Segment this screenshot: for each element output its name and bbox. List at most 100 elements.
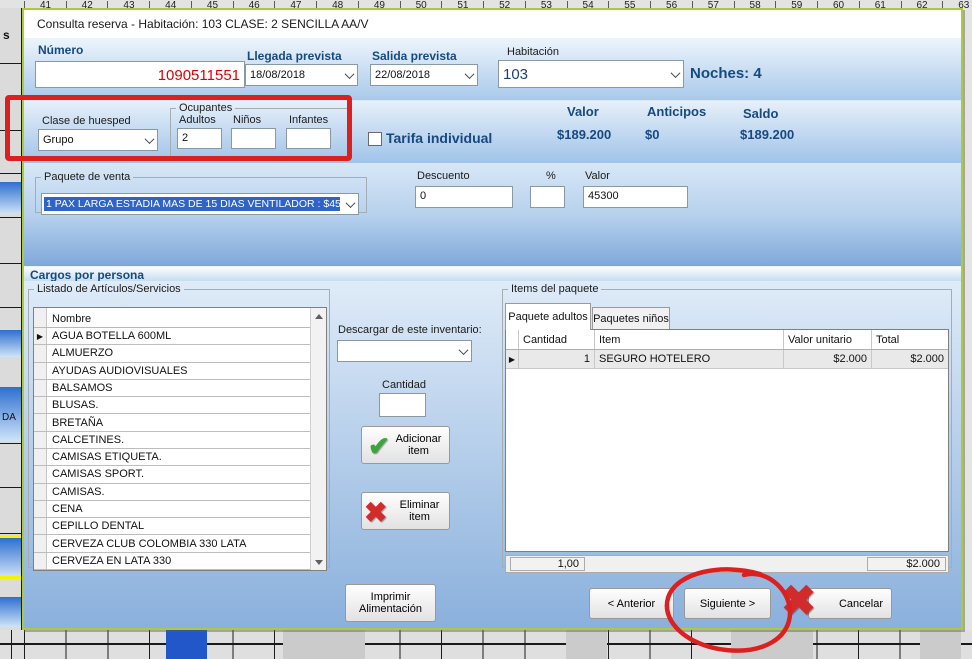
- list-item[interactable]: ▶AGUA BOTELLA 600ML: [34, 328, 310, 345]
- column-header: 41: [24, 1, 66, 8]
- salida-label: Salida prevista: [372, 49, 457, 63]
- annotation-circle: [660, 565, 796, 657]
- valor-total-value: $189.200: [557, 127, 611, 142]
- dialog-title: Consulta reserva - Habitación: 103 CLASE…: [37, 17, 369, 31]
- paquete-venta-select[interactable]: 1 PAX LARGA ESTADIA MAS DE 15 DIAS VENTI…: [41, 193, 359, 215]
- list-item[interactable]: CERVEZA CLUB COLOMBIA 330 LATA: [34, 535, 310, 552]
- list-item[interactable]: CAMISAS SPORT.: [34, 466, 310, 483]
- column-header: 53: [525, 1, 567, 8]
- table-row[interactable]: ▶1SEGURO HOTELERO$2.000$2.000: [506, 350, 948, 369]
- column-header: 42: [66, 1, 108, 8]
- background-reservation-cell: [0, 597, 21, 627]
- row-selector-icon: ▶: [506, 350, 519, 368]
- column-header: 47: [274, 1, 316, 8]
- chevron-down-icon[interactable]: [341, 65, 357, 85]
- background-partial-text: s: [3, 28, 10, 42]
- background-reservation-cell: [0, 330, 21, 357]
- list-item[interactable]: CALCETINES.: [34, 432, 310, 449]
- numero-field[interactable]: 1090511551: [35, 61, 245, 88]
- imprimir-alimentacion-button[interactable]: Imprimir Alimentación: [345, 584, 436, 622]
- list-item[interactable]: BLUSAS.: [34, 397, 310, 414]
- chevron-down-icon[interactable]: [667, 61, 683, 87]
- column-header: 44: [149, 1, 191, 8]
- anticipos-value: $0: [645, 127, 659, 142]
- llegada-label: Llegada prevista: [247, 49, 342, 63]
- items-table: Cantidad Item Valor unitario Total ▶1SEG…: [505, 329, 949, 552]
- column-header: 60: [817, 1, 859, 8]
- list-item[interactable]: BRETAÑA: [34, 414, 310, 431]
- annotation-rectangle: [5, 95, 352, 161]
- descuento-field[interactable]: 0: [415, 186, 513, 208]
- background-reservation-cell: [0, 538, 21, 577]
- row-selector-icon: ▶: [34, 328, 47, 344]
- numero-label: Número: [38, 43, 83, 57]
- list-item[interactable]: ALMUERZO: [34, 345, 310, 362]
- chevron-down-icon[interactable]: [342, 194, 358, 214]
- items-paquete-groupbox: Items del paquete Paquete adultos Paquet…: [502, 283, 952, 568]
- chevron-down-icon[interactable]: [461, 65, 477, 85]
- listado-scrollbar[interactable]: [310, 308, 326, 570]
- listado-table: Nombre ▶AGUA BOTELLA 600MLALMUERZOAYUDAS…: [33, 307, 327, 571]
- column-header: 55: [608, 1, 650, 8]
- anticipos-label: Anticipos: [647, 104, 706, 119]
- scroll-up-icon[interactable]: [311, 308, 326, 324]
- list-item[interactable]: CAMISAS.: [34, 484, 310, 501]
- list-item[interactable]: CERVEZA EN LATA 330: [34, 553, 310, 570]
- habitacion-select[interactable]: 103: [498, 60, 684, 88]
- porcentaje-label: %: [546, 170, 556, 182]
- footer-total: $2.000: [867, 557, 946, 571]
- x-icon: ✖: [364, 496, 387, 529]
- check-icon: ✔: [368, 431, 390, 462]
- valor-paquete-label: Valor: [585, 170, 610, 182]
- eliminar-item-button[interactable]: ✖ Eliminar item: [361, 492, 450, 530]
- cantidad-field[interactable]: [379, 393, 426, 417]
- column-header: 46: [233, 1, 275, 8]
- list-item[interactable]: CEPILLO DENTAL: [34, 518, 310, 535]
- list-item[interactable]: CAMISAS ETIQUETA.: [34, 449, 310, 466]
- background-grid-bottom: [0, 630, 972, 659]
- column-header: 58: [734, 1, 776, 8]
- valor-total-label: Valor: [567, 104, 599, 119]
- scroll-down-icon[interactable]: [311, 554, 326, 570]
- list-item[interactable]: BALSAMOS: [34, 380, 310, 397]
- listado-groupbox: Listado de Artículos/Servicios Nombre ▶A…: [28, 283, 330, 568]
- dialog-titlebar[interactable]: Consulta reserva - Habitación: 103 CLASE…: [24, 10, 961, 38]
- column-header: 59: [775, 1, 817, 8]
- list-item[interactable]: CENA: [34, 501, 310, 518]
- column-header: 50: [400, 1, 442, 8]
- column-header: 56: [650, 1, 692, 8]
- column-header: 54: [567, 1, 609, 8]
- column-header: 48: [316, 1, 358, 8]
- list-item[interactable]: AYUDAS AUDIOVISUALES: [34, 363, 310, 380]
- column-header: 45: [191, 1, 233, 8]
- inventario-select[interactable]: [337, 340, 472, 362]
- adicionar-item-button[interactable]: ✔ Adicionar item: [361, 426, 450, 464]
- noches-text: Noches: 4: [690, 65, 762, 82]
- tarifa-individual-checkbox[interactable]: [368, 132, 382, 146]
- column-nombre: Nombre: [47, 308, 310, 327]
- background-reservation-cell: [0, 182, 21, 214]
- llegada-select[interactable]: 18/08/2018: [245, 64, 358, 86]
- column-header: 43: [107, 1, 149, 8]
- listado-header: Nombre: [34, 308, 310, 328]
- cancelar-button[interactable]: Cancelar: [808, 588, 892, 619]
- chevron-down-icon[interactable]: [455, 341, 471, 361]
- tarifa-individual-label: Tarifa individual: [386, 130, 492, 146]
- porcentaje-field[interactable]: [530, 186, 565, 208]
- background-selected-cell: [166, 630, 207, 659]
- descuento-label: Descuento: [417, 170, 470, 182]
- background-grid-right: [963, 8, 972, 630]
- tab-paquetes-ninos[interactable]: Paquetes niños: [592, 307, 670, 330]
- tab-paquete-adultos[interactable]: Paquete adultos: [505, 303, 591, 330]
- habitacion-label: Habitación: [507, 46, 559, 58]
- column-header: 63: [942, 1, 972, 8]
- paquete-venta-groupbox: Paquete de venta 1 PAX LARGA ESTADIA MAS…: [35, 171, 367, 213]
- salida-select[interactable]: 22/08/2018: [370, 64, 478, 86]
- valor-paquete-field[interactable]: 45300: [583, 186, 688, 208]
- column-header: 57: [692, 1, 734, 8]
- cantidad-label: Cantidad: [382, 379, 426, 391]
- items-table-header: Cantidad Item Valor unitario Total: [506, 330, 948, 350]
- inventario-label: Descargar de este inventario:: [338, 324, 482, 336]
- column-header: 62: [901, 1, 943, 8]
- cargos-section-header: Cargos por persona: [24, 266, 961, 281]
